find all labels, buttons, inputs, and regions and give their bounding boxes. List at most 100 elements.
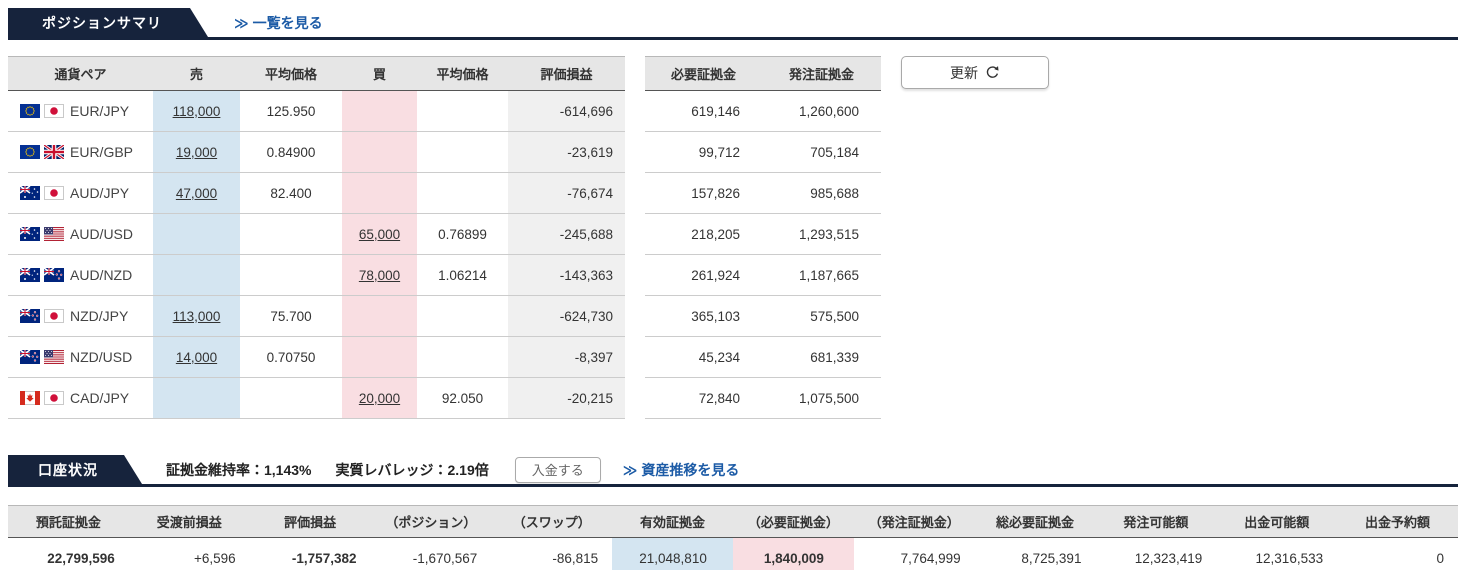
position-summary-table: 通貨ペア 売 平均価格 買 平均価格 評価損益 EUR/JPY118,00012… (8, 56, 625, 419)
buy-avg-price-cell: 92.050 (417, 378, 508, 419)
required-margin-cell: 99,712 (645, 132, 762, 173)
buy-quantity-cell: 65,000 (342, 214, 417, 255)
double-chevron-icon: ≫ (234, 15, 249, 31)
col-header-buy: 買 (342, 57, 417, 91)
flag-jp-icon (44, 104, 64, 118)
account-value-cell: -86,815 (491, 538, 612, 570)
account-value-cell: 0 (1337, 538, 1458, 570)
view-list-label: 一覧を見る (253, 15, 323, 31)
required-margin-cell: 365,103 (645, 296, 762, 337)
account-col-header: 発注可能額 (1095, 506, 1216, 538)
unrealized-pl-cell: -143,363 (508, 255, 625, 296)
sell-avg-price-cell: 75.700 (240, 296, 342, 337)
sell-avg-price-cell (240, 255, 342, 296)
buy-quantity-link[interactable]: 78,000 (359, 268, 400, 283)
unrealized-pl-cell: -76,674 (508, 173, 625, 214)
required-margin-cell: 157,826 (645, 173, 762, 214)
account-value-cell: -1,670,567 (370, 538, 491, 570)
sell-quantity-link[interactable]: 118,000 (173, 104, 221, 119)
buy-quantity-cell (342, 91, 417, 132)
sell-quantity-link[interactable]: 14,000 (176, 350, 217, 365)
refresh-button[interactable]: 更新 (901, 56, 1049, 89)
order-margin-cell: 1,260,600 (762, 91, 881, 132)
flag-nz-icon (44, 268, 64, 282)
buy-avg-price-cell (417, 173, 508, 214)
position-row: NZD/USD14,0000.70750-8,397 (8, 337, 625, 378)
unrealized-pl-cell: -20,215 (508, 378, 625, 419)
currency-pair-cell: EUR/GBP (8, 132, 153, 173)
sell-avg-price-cell: 125.950 (240, 91, 342, 132)
currency-pair-cell: CAD/JPY (8, 378, 153, 419)
position-summary-bar: ポジションサマリ ≫一覧を見る (8, 8, 1458, 40)
buy-avg-price-cell (417, 296, 508, 337)
flag-ca-icon (20, 391, 40, 405)
account-col-header: （スワップ） (491, 506, 612, 538)
currency-pair-label: NZD/USD (70, 349, 132, 365)
flag-jp-icon (44, 309, 64, 323)
asset-history-link[interactable]: ≫資産推移を見る (623, 460, 740, 480)
account-value-cell: 21,048,810 (612, 538, 733, 570)
sell-quantity-cell: 14,000 (153, 337, 240, 378)
margin-row: 45,234681,339 (645, 337, 881, 378)
currency-pair-label: AUD/NZD (70, 267, 132, 283)
buy-quantity-link[interactable]: 65,000 (359, 227, 400, 242)
required-margin-cell: 45,234 (645, 337, 762, 378)
position-rows: EUR/JPY118,000125.950-614,696EUR/GBP19,0… (8, 91, 625, 419)
sell-quantity-link[interactable]: 113,000 (173, 309, 221, 324)
view-list-link[interactable]: ≫一覧を見る (234, 13, 323, 33)
account-status-bar: 口座状況 証拠金維持率：1,143% 実質レバレッジ：2.19倍 入金する ≫資… (8, 455, 1458, 487)
flag-jp-icon (44, 186, 64, 200)
account-col-header: 預託証拠金 (8, 506, 129, 538)
sell-quantity-cell: 113,000 (153, 296, 240, 337)
deposit-button[interactable]: 入金する (515, 457, 601, 483)
account-col-header: 有効証拠金 (612, 506, 733, 538)
buy-avg-price-cell: 1.06214 (417, 255, 508, 296)
account-col-header: 受渡前損益 (129, 506, 250, 538)
buy-quantity-cell: 20,000 (342, 378, 417, 419)
currency-pair-cell: NZD/JPY (8, 296, 153, 337)
sell-avg-price-cell (240, 214, 342, 255)
flag-jp-icon (44, 391, 64, 405)
flag-au-icon (20, 186, 40, 200)
unrealized-pl-cell: -23,619 (508, 132, 625, 173)
position-row: CAD/JPY 20,000 92.050-20,215 (8, 378, 625, 419)
account-col-header: 出金予約額 (1337, 506, 1458, 538)
buy-quantity-cell (342, 132, 417, 173)
currency-pair-cell: NZD/USD (8, 337, 153, 378)
buy-avg-price-cell (417, 337, 508, 378)
buy-avg-price-cell: 0.76899 (417, 214, 508, 255)
required-margin-cell: 261,924 (645, 255, 762, 296)
tab-account-status: 口座状況 (8, 455, 142, 484)
double-chevron-icon: ≫ (623, 462, 638, 478)
account-value-cell: 12,323,419 (1095, 538, 1216, 570)
currency-pair-cell: AUD/USD (8, 214, 153, 255)
position-row: NZD/JPY 113,000 75.700 -624,730 (8, 296, 625, 337)
unrealized-pl-cell: -614,696 (508, 91, 625, 132)
currency-pair-label: AUD/JPY (70, 185, 129, 201)
flag-au-icon (20, 227, 40, 241)
sell-quantity-link[interactable]: 47,000 (176, 186, 217, 201)
account-value-cell: 22,799,596 (8, 538, 129, 570)
flag-eu-icon (20, 104, 40, 118)
position-row: AUD/NZD 78,000 1.06214-143,363 (8, 255, 625, 296)
buy-quantity-cell (342, 173, 417, 214)
margin-rows: 619,1461,260,60099,712705,184157,826985,… (645, 91, 881, 419)
refresh-button-wrap: 更新 (901, 56, 1049, 89)
sell-quantity-link[interactable]: 19,000 (176, 145, 217, 160)
margin-summary-table: 必要証拠金 発注証拠金 619,1461,260,60099,712705,18… (645, 56, 881, 419)
asset-history-label: 資産推移を見る (641, 462, 739, 478)
col-header-buy-avg-price: 平均価格 (417, 57, 508, 91)
margin-row: 218,2051,293,515 (645, 214, 881, 255)
sell-avg-price-cell (240, 378, 342, 419)
flag-us-icon (44, 227, 64, 241)
required-margin-cell: 619,146 (645, 91, 762, 132)
account-col-header: 総必要証拠金 (975, 506, 1096, 538)
currency-pair-label: NZD/JPY (70, 308, 128, 324)
refresh-button-label: 更新 (950, 63, 978, 83)
sell-quantity-cell: 47,000 (153, 173, 240, 214)
buy-quantity-cell: 78,000 (342, 255, 417, 296)
unrealized-pl-cell: -245,688 (508, 214, 625, 255)
buy-quantity-link[interactable]: 20,000 (359, 391, 400, 406)
col-header-required-margin: 必要証拠金 (645, 57, 762, 91)
unrealized-pl-cell: -624,730 (508, 296, 625, 337)
